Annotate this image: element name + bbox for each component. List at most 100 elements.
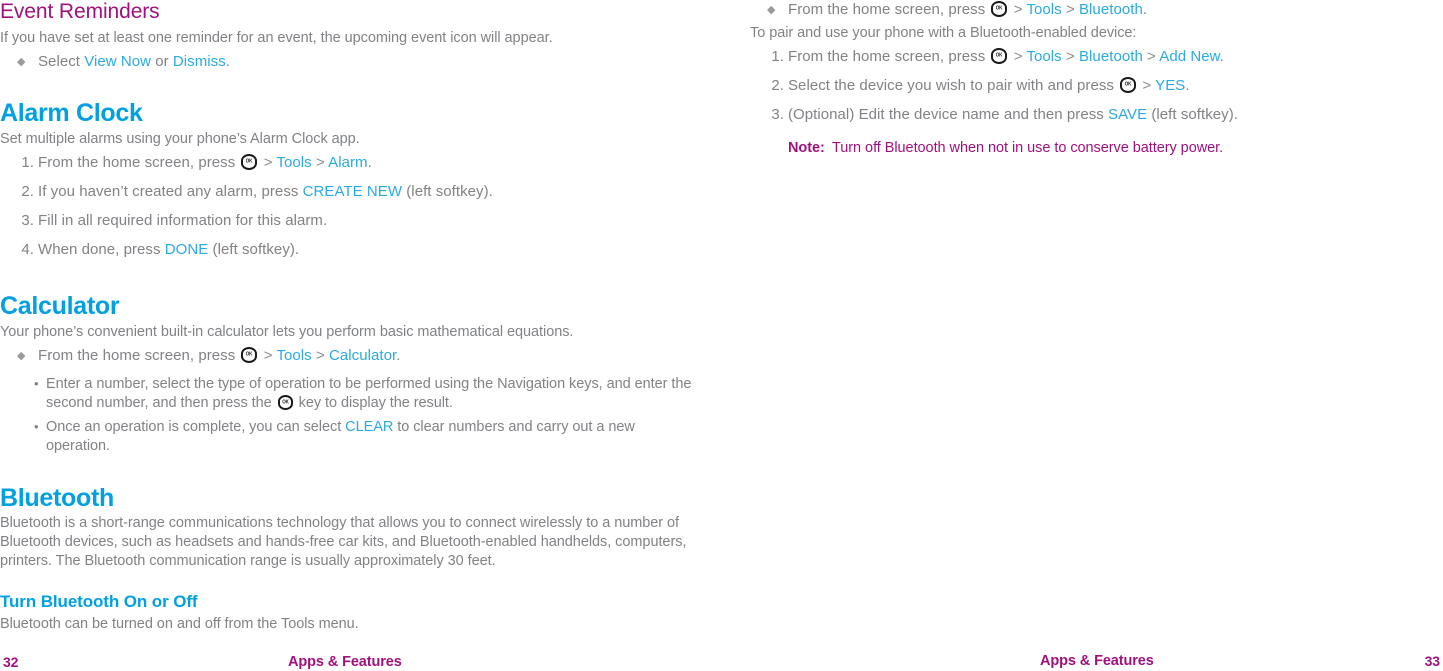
dot-bullet-icon: • xyxy=(34,418,39,434)
turn-bluetooth-intro: Bluetooth can be turned on and off from … xyxy=(0,615,359,632)
link-dismiss[interactable]: Dismiss xyxy=(173,53,226,70)
link-tools[interactable]: Tools xyxy=(1026,48,1061,65)
step-text-suffix: (left softkey). xyxy=(402,182,493,200)
calculator-bullet-list: ◆ From the home screen, press > Tools > C… xyxy=(0,346,700,366)
step-separator: > xyxy=(259,153,277,171)
link-view-now[interactable]: View Now xyxy=(84,53,151,70)
step-separator: > xyxy=(1061,48,1079,65)
note-text: Turn off Bluetooth when not in use to co… xyxy=(832,140,1224,156)
step-text-suffix: . xyxy=(1185,77,1190,94)
heading-bluetooth: Bluetooth xyxy=(0,483,114,512)
right-page-column: ◆ From the home screen, press > Tools > B… xyxy=(750,0,1443,158)
list-item: ◆ From the home screen, press > Tools > B… xyxy=(750,0,1443,20)
bullet-separator: > xyxy=(1061,1,1079,18)
diamond-bullet-icon: ◆ xyxy=(767,4,776,16)
note-block: Note: Turn off Bluetooth when not in use… xyxy=(750,139,1443,158)
heading-calculator: Calculator xyxy=(0,291,120,320)
page-number-left: 32 xyxy=(3,654,19,670)
bullet-text-suffix: . xyxy=(396,346,401,364)
heading-event-reminders: Event Reminders xyxy=(0,0,160,23)
step-text-suffix: . xyxy=(367,153,372,171)
step-number: 4. xyxy=(21,240,34,258)
calculator-sub-bullets: • Enter a number, select the type of oper… xyxy=(0,375,700,457)
step-number: 2. xyxy=(21,182,34,200)
table-row: 4. When done, press DONE (left softkey). xyxy=(0,240,700,260)
bullet-separator: > xyxy=(311,346,329,364)
ok-key-icon xyxy=(991,48,1008,64)
step-separator: > xyxy=(1009,48,1027,65)
step-number: 1. xyxy=(771,48,784,65)
bullet-text-suffix: . xyxy=(1142,1,1148,18)
link-yes[interactable]: YES xyxy=(1155,77,1185,94)
step-separator: > xyxy=(311,153,329,171)
pair-intro: To pair and use your phone with a Blueto… xyxy=(750,25,1137,41)
calculator-intro: Your phone’s convenient built-in calcula… xyxy=(0,323,574,340)
table-row: 3. (Optional) Edit the device name and th… xyxy=(750,105,1443,125)
link-tools[interactable]: Tools xyxy=(276,154,311,171)
step-separator: > xyxy=(1138,77,1156,94)
diamond-bullet-icon: ◆ xyxy=(17,349,26,362)
step-text-suffix: (left softkey). xyxy=(208,240,300,258)
alarm-clock-intro: Set multiple alarms using your phone’s A… xyxy=(0,130,360,147)
ok-key-icon xyxy=(241,346,258,363)
link-tools[interactable]: Tools xyxy=(276,347,311,364)
step-text-prefix: From the home screen, press xyxy=(788,48,990,65)
list-item: ◆ Select View Now or Dismiss. xyxy=(0,52,700,72)
bullet-text-prefix: Select xyxy=(38,53,85,71)
step-text-prefix: Select the device you wish to pair with … xyxy=(788,77,1119,94)
table-row: 1.From the home screen, press > Tools > … xyxy=(0,153,700,173)
step-separator: > xyxy=(1142,48,1160,65)
link-clear[interactable]: CLEAR xyxy=(345,419,393,435)
bullet-text-suffix: . xyxy=(225,53,230,71)
list-item: ◆ From the home screen, press > Tools > C… xyxy=(0,346,700,366)
heading-alarm-clock: Alarm Clock xyxy=(0,99,143,128)
ok-key-icon xyxy=(1120,77,1137,93)
event-reminders-bullet-list: ◆ Select View Now or Dismiss. xyxy=(0,52,700,72)
ok-key-icon xyxy=(277,395,293,411)
step-number: 3. xyxy=(771,106,784,123)
page-footer: 32 Apps & Features Apps & Features 33 xyxy=(0,643,1443,671)
dot-bullet-icon: • xyxy=(34,375,39,391)
manual-page-spread: Event Reminders If you have set at least… xyxy=(0,0,1443,671)
subbullet-text-2: key to display the result. xyxy=(294,395,453,412)
list-item: • Enter a number, select the type of oper… xyxy=(0,375,700,414)
step-text-prefix: (Optional) Edit the device name and then… xyxy=(788,106,1109,123)
link-add-new[interactable]: Add New xyxy=(1159,48,1219,65)
event-reminders-intro: If you have set at least one reminder fo… xyxy=(0,30,553,47)
link-create-new[interactable]: CREATE NEW xyxy=(303,183,402,200)
footer-title-right: Apps & Features xyxy=(1040,653,1154,669)
bullet-text-mid: or xyxy=(151,53,173,71)
step-text-suffix: (left softkey). xyxy=(1147,106,1238,123)
link-done[interactable]: DONE xyxy=(165,241,209,258)
link-save[interactable]: SAVE xyxy=(1108,106,1147,123)
bullet-separator: > xyxy=(1009,1,1027,18)
link-bluetooth[interactable]: Bluetooth xyxy=(1079,1,1143,18)
left-page-column: Event Reminders If you have set at least… xyxy=(0,0,700,638)
subbullet-text-1: Once an operation is complete, you can s… xyxy=(46,418,346,435)
step-text-suffix: . xyxy=(1219,48,1224,65)
step-number: 1. xyxy=(21,153,34,171)
link-alarm[interactable]: Alarm xyxy=(328,154,367,171)
note-label: Note: xyxy=(788,140,825,156)
bluetooth-intro: Bluetooth is a short-range communication… xyxy=(0,515,687,570)
bullet-text-prefix: From the home screen, press xyxy=(38,346,240,364)
alarm-clock-steps: 1.From the home screen, press > Tools > … xyxy=(0,153,700,260)
link-tools[interactable]: Tools xyxy=(1026,1,1061,18)
table-row: 2. Select the device you wish to pair wit… xyxy=(750,76,1443,96)
heading-turn-bluetooth-on-or-off: Turn Bluetooth On or Off xyxy=(0,592,198,612)
bullet-separator: > xyxy=(259,346,277,364)
step-text-prefix: From the home screen, press xyxy=(38,153,240,171)
step-text-prefix: If you haven’t created any alarm, press xyxy=(38,182,303,200)
link-bluetooth[interactable]: Bluetooth xyxy=(1079,48,1143,65)
step-text-prefix: When done, press xyxy=(38,240,165,258)
pair-steps: 1.From the home screen, press > Tools > … xyxy=(750,47,1443,125)
bluetooth-toggle-bullet-list: ◆ From the home screen, press > Tools > B… xyxy=(750,0,1443,20)
list-item: • Once an operation is complete, you can … xyxy=(0,418,700,457)
page-number-right: 33 xyxy=(1424,653,1440,669)
step-number: 2. xyxy=(771,77,784,94)
link-calculator[interactable]: Calculator xyxy=(329,347,396,364)
